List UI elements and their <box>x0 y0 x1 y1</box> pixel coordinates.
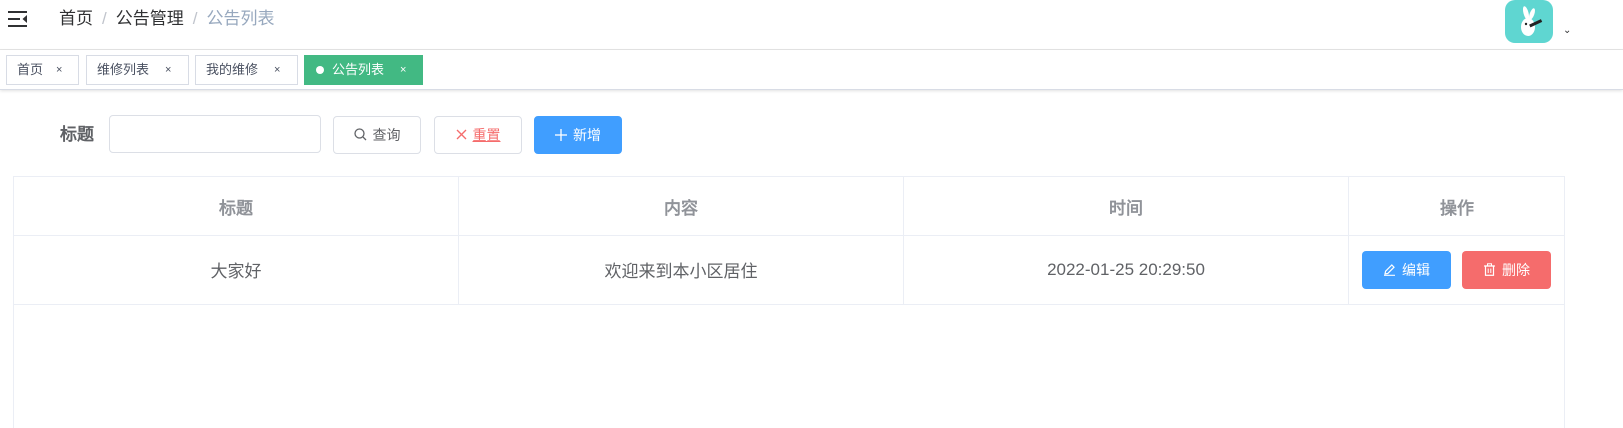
add-button[interactable]: 新增 <box>534 116 622 154</box>
column-header-actions: 操作 <box>1440 198 1474 218</box>
column-header-content: 内容 <box>459 177 904 235</box>
hamburger-icon[interactable] <box>8 10 28 28</box>
column-header-title: 标题 <box>14 177 459 235</box>
reset-button[interactable]: 重置 <box>434 116 522 154</box>
close-icon[interactable]: × <box>56 56 62 84</box>
reset-button-label: 重置 <box>472 127 501 143</box>
cell-content: 欢迎来到本小区居住 <box>459 235 904 304</box>
delete-icon <box>1484 263 1495 277</box>
breadcrumb-current: 公告列表 <box>206 9 275 28</box>
search-button-label: 查询 <box>372 127 401 143</box>
tag-home[interactable]: 首页 × <box>6 55 79 85</box>
plus-icon <box>555 128 567 141</box>
avatar[interactable] <box>1505 0 1553 43</box>
tag-repair-list[interactable]: 维修列表 × <box>86 55 189 85</box>
column-header-time: 时间 <box>904 177 1349 235</box>
close-icon[interactable]: × <box>165 56 171 84</box>
tag-label: 公告列表 <box>332 62 385 77</box>
delete-button[interactable]: 删除 <box>1462 251 1551 289</box>
breadcrumb: 首页 / 公告管理 / 公告列表 <box>59 8 274 30</box>
search-button[interactable]: 查询 <box>333 116 421 154</box>
breadcrumb-separator: / <box>192 9 198 28</box>
breadcrumb-notice-management[interactable]: 公告管理 <box>116 9 184 28</box>
cell-title: 大家好 <box>14 235 459 304</box>
active-dot-icon <box>316 66 324 74</box>
table-row: 大家好 欢迎来到本小区居住 2022-01-25 20:29:50 编辑 删除 <box>14 235 1564 305</box>
tag-label: 我的维修 <box>206 62 259 77</box>
delete-button-label: 删除 <box>1502 262 1530 278</box>
add-button-label: 新增 <box>573 127 601 143</box>
navbar: 首页 / 公告管理 / 公告列表 ⌄ <box>0 0 1623 50</box>
edit-icon <box>1384 264 1395 277</box>
tag-notice-list[interactable]: 公告列表 × <box>304 55 423 85</box>
chevron-down-icon[interactable]: ⌄ <box>1563 25 1571 36</box>
close-icon <box>456 129 466 140</box>
tags-view: 首页 × 维修列表 × 我的维修 × 公告列表 × <box>0 50 1623 90</box>
breadcrumb-separator: / <box>102 9 107 28</box>
cell-time: 2022-01-25 20:29:50 <box>904 235 1349 304</box>
tag-my-repairs[interactable]: 我的维修 × <box>195 55 298 85</box>
breadcrumb-home[interactable]: 首页 <box>59 9 93 28</box>
title-filter-label: 标题 <box>60 125 94 144</box>
title-input[interactable] <box>109 115 321 153</box>
cell-actions: 编辑 删除 <box>1349 235 1565 304</box>
close-icon[interactable]: × <box>400 56 406 84</box>
close-icon[interactable]: × <box>274 56 280 84</box>
avatar-image <box>1521 6 1543 36</box>
search-icon <box>353 128 366 141</box>
edit-button-label: 编辑 <box>1402 262 1430 278</box>
notice-table: 标题 内容 时间 操作 大家好 欢迎来到本小区居住 2022-01-25 20:… <box>13 176 1565 428</box>
table-header: 标题 内容 时间 操作 <box>14 177 1564 236</box>
edit-button[interactable]: 编辑 <box>1362 251 1451 289</box>
tag-label: 维修列表 <box>97 62 150 77</box>
tag-label: 首页 <box>17 62 44 77</box>
